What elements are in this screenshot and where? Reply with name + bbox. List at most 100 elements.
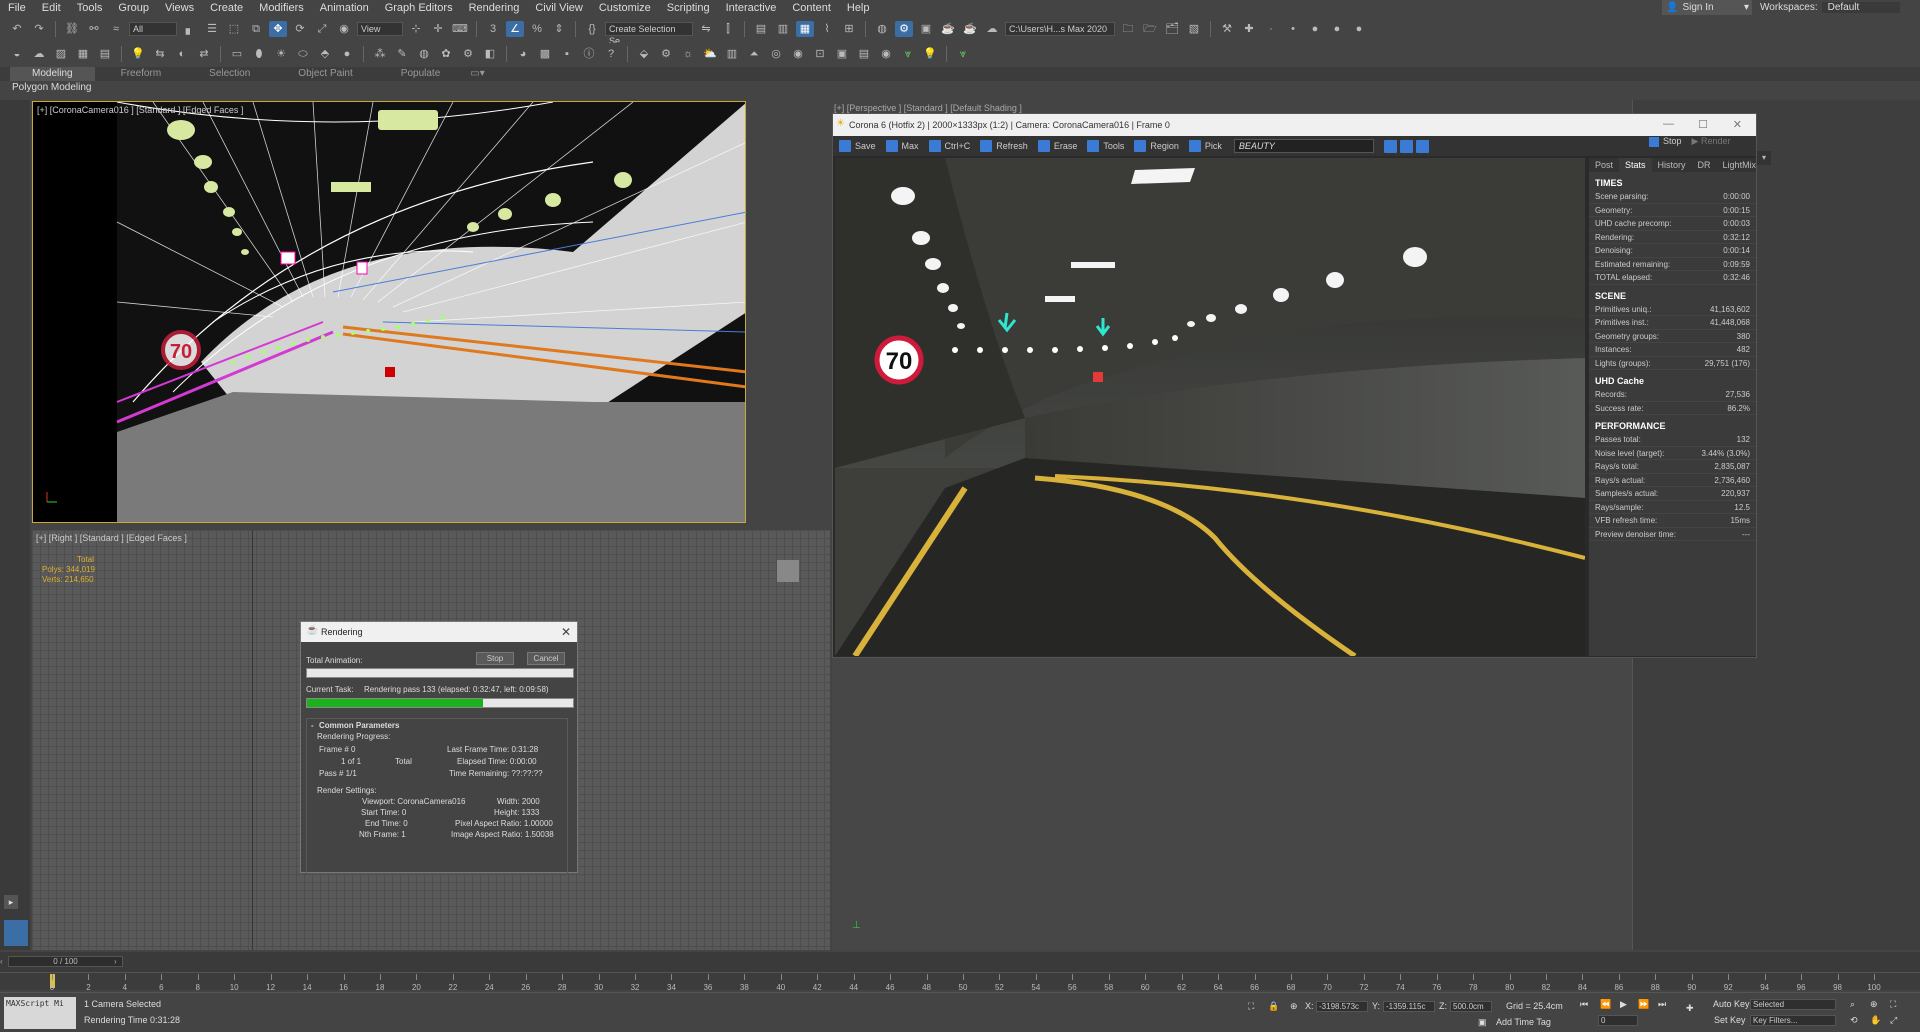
- schematic-view-icon[interactable]: ⊞: [840, 21, 858, 37]
- camera-icon[interactable]: ◧: [481, 46, 499, 62]
- named-selection-dropdown[interactable]: Create Selection Se: [605, 22, 693, 46]
- mirror-icon[interactable]: ⇋: [697, 21, 715, 37]
- y-coordinate[interactable]: -1359.115c: [1383, 1001, 1435, 1012]
- globe-icon[interactable]: ◍: [415, 46, 433, 62]
- dot-small-icon[interactable]: ·: [1262, 21, 1280, 37]
- align-icon[interactable]: ⫿: [719, 21, 737, 37]
- refresh-button[interactable]: Refresh: [978, 140, 1032, 152]
- tab-modeling[interactable]: Modeling: [10, 67, 95, 81]
- render-element-dropdown[interactable]: BEAUTY: [1233, 139, 1374, 153]
- menu-item-edit[interactable]: Edit: [34, 2, 69, 14]
- previous-frame-icon[interactable]: ⏪: [1600, 999, 1611, 1010]
- unlink-icon[interactable]: ⚯: [85, 21, 103, 37]
- set-key-icon[interactable]: ✚: [1686, 1003, 1694, 1014]
- move-icon[interactable]: ✥: [269, 21, 287, 37]
- corona-vfb-window[interactable]: ☀ Corona 6 (Hotfix 2) | 2000×1333px (1:2…: [832, 113, 1757, 658]
- tab-populate[interactable]: Populate: [379, 67, 462, 81]
- menu-item-views[interactable]: Views: [157, 2, 202, 14]
- menu-item-interactive[interactable]: Interactive: [718, 2, 785, 14]
- chevron-double-down-icon[interactable]: ⩔: [954, 46, 972, 62]
- vfb-icon[interactable]: ▪: [558, 46, 576, 62]
- zoom-extents-icon[interactable]: ⛶: [1890, 999, 1896, 1010]
- scatter-icon[interactable]: ⁂: [371, 46, 389, 62]
- add-time-tag[interactable]: Add Time Tag: [1496, 1017, 1551, 1027]
- go-to-end-icon[interactable]: ⏭: [1658, 999, 1666, 1010]
- rendering-dialog-title-bar[interactable]: ☕ Rendering: [301, 622, 577, 642]
- sign-in-button[interactable]: 👤 Sign In ▾: [1662, 0, 1752, 15]
- region-icon[interactable]: ⊡: [811, 46, 829, 62]
- percent-snap-icon[interactable]: %: [528, 21, 546, 37]
- gear-icon[interactable]: ⚙: [657, 46, 675, 62]
- layers-icon[interactable]: ▤: [855, 46, 873, 62]
- edit-named-selection-icon[interactable]: {}: [583, 21, 601, 37]
- menu-item-graph-editors[interactable]: Graph Editors: [377, 2, 461, 14]
- frame-icon[interactable]: ▣: [833, 46, 851, 62]
- render-cloud-icon[interactable]: ☁: [983, 21, 1001, 37]
- cross-icon[interactable]: ✚: [1240, 21, 1258, 37]
- chevron-double-down-icon[interactable]: ⩔: [899, 46, 917, 62]
- help-icon[interactable]: ?: [602, 46, 620, 62]
- project-save-icon[interactable]: 🗂: [1163, 21, 1181, 37]
- table-icon[interactable]: ▤: [96, 46, 114, 62]
- menu-item-rendering[interactable]: Rendering: [461, 2, 528, 14]
- workspace-selector[interactable]: Workspaces: Default: [1760, 0, 1900, 15]
- current-frame-field[interactable]: 0: [1598, 1015, 1638, 1026]
- converter-tool-icon[interactable]: ⚙: [459, 46, 477, 62]
- cancel-button[interactable]: Cancel: [527, 652, 565, 665]
- chevron-left-icon[interactable]: ‹: [0, 957, 8, 967]
- window-crossing-icon[interactable]: ⧉: [247, 21, 265, 37]
- circle-icon[interactable]: ●: [1328, 21, 1346, 37]
- corona-light-icon[interactable]: ⬮: [250, 46, 268, 62]
- hdri-icon[interactable]: ◉: [789, 46, 807, 62]
- info-icon[interactable]: ⓘ: [580, 46, 598, 62]
- render-production-icon[interactable]: ☕: [939, 21, 957, 37]
- ies-light-icon[interactable]: ⏶: [745, 46, 763, 62]
- menu-item-help[interactable]: Help: [839, 2, 878, 14]
- vfb-render-image[interactable]: 70: [835, 158, 1585, 656]
- rotate-icon[interactable]: ⟳: [291, 21, 309, 37]
- render-iterative-icon[interactable]: ☕: [961, 21, 979, 37]
- minimize-icon[interactable]: —: [1663, 118, 1674, 130]
- lightbulb-icon[interactable]: 💡: [921, 46, 939, 62]
- select-manipulate-icon[interactable]: ✛: [429, 21, 447, 37]
- menu-item-create[interactable]: Create: [202, 2, 251, 14]
- lock-icon[interactable]: 🔒: [1268, 1001, 1279, 1012]
- time-slider[interactable]: 0 / 100: [8, 956, 123, 967]
- half-moon-icon[interactable]: ◐: [173, 46, 191, 62]
- common-parameters-title[interactable]: Common Parameters: [319, 721, 399, 730]
- tab-lightmix[interactable]: LightMix: [1717, 158, 1763, 172]
- render-setup-icon[interactable]: ⚙: [895, 21, 913, 37]
- image-icon[interactable]: ▨: [52, 46, 70, 62]
- place-icon[interactable]: ◉: [335, 21, 353, 37]
- orbit-icon[interactable]: ⟲: [1850, 1015, 1858, 1026]
- sun-icon[interactable]: ☼: [679, 46, 697, 62]
- menu-item-animation[interactable]: Animation: [312, 2, 377, 14]
- tab-object-paint[interactable]: Object Paint: [276, 67, 374, 81]
- pan-icon[interactable]: ✋: [1870, 1015, 1881, 1026]
- pick-button[interactable]: Pick: [1187, 140, 1226, 152]
- absolute-mode-icon[interactable]: ⊕: [1290, 1001, 1298, 1012]
- maximize-icon[interactable]: ☐: [1698, 118, 1708, 131]
- menu-item-file[interactable]: File: [0, 2, 34, 14]
- collapse-icon[interactable]: -: [311, 721, 314, 730]
- stop-button[interactable]: Stop: [1649, 136, 1682, 147]
- zoom-fit-icon[interactable]: [1415, 139, 1429, 153]
- rect-selection-icon[interactable]: ⬚: [225, 21, 243, 37]
- menu-item-tools[interactable]: Tools: [69, 2, 111, 14]
- material-library-icon[interactable]: ▩: [536, 46, 554, 62]
- time-tag-icon[interactable]: ▣: [1478, 1017, 1487, 1028]
- ribbon-options-icon[interactable]: ▭▾: [466, 67, 488, 81]
- sky-icon[interactable]: ⛅: [701, 46, 719, 62]
- save-button[interactable]: Save: [837, 140, 880, 152]
- play-icon[interactable]: ▸: [4, 895, 18, 909]
- camera-viewport[interactable]: 70 [+] [CoronaCamera016 ] [Standard ] [E…: [32, 101, 746, 523]
- project-folder-dropdown[interactable]: C:\Users\H...s Max 2020: [1005, 22, 1115, 36]
- viewport-layout-icon[interactable]: [4, 920, 28, 946]
- angle-snap-icon[interactable]: ∠: [506, 21, 524, 37]
- next-frame-icon[interactable]: ⏩: [1638, 999, 1649, 1010]
- corona-camera-icon[interactable]: ▭: [228, 46, 246, 62]
- max-button[interactable]: Max: [884, 140, 923, 152]
- viewport-label[interactable]: [+] [CoronaCamera016 ] [Standard ] [Edge…: [37, 105, 243, 115]
- x-coordinate[interactable]: -3198.573c: [1316, 1001, 1368, 1012]
- plant-icon[interactable]: ✿: [437, 46, 455, 62]
